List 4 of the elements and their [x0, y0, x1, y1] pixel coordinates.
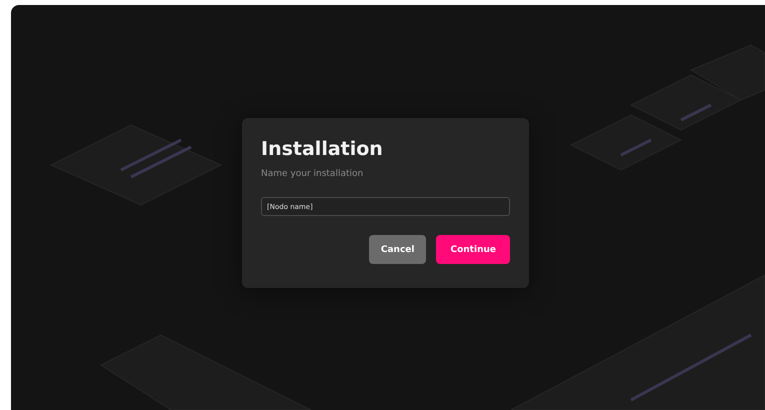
cancel-button[interactable]: Cancel: [368, 235, 426, 264]
continue-button[interactable]: Continue: [436, 235, 510, 264]
dialog-subtitle: Name your installation: [261, 169, 364, 179]
dialog-title: Installation: [261, 137, 384, 161]
